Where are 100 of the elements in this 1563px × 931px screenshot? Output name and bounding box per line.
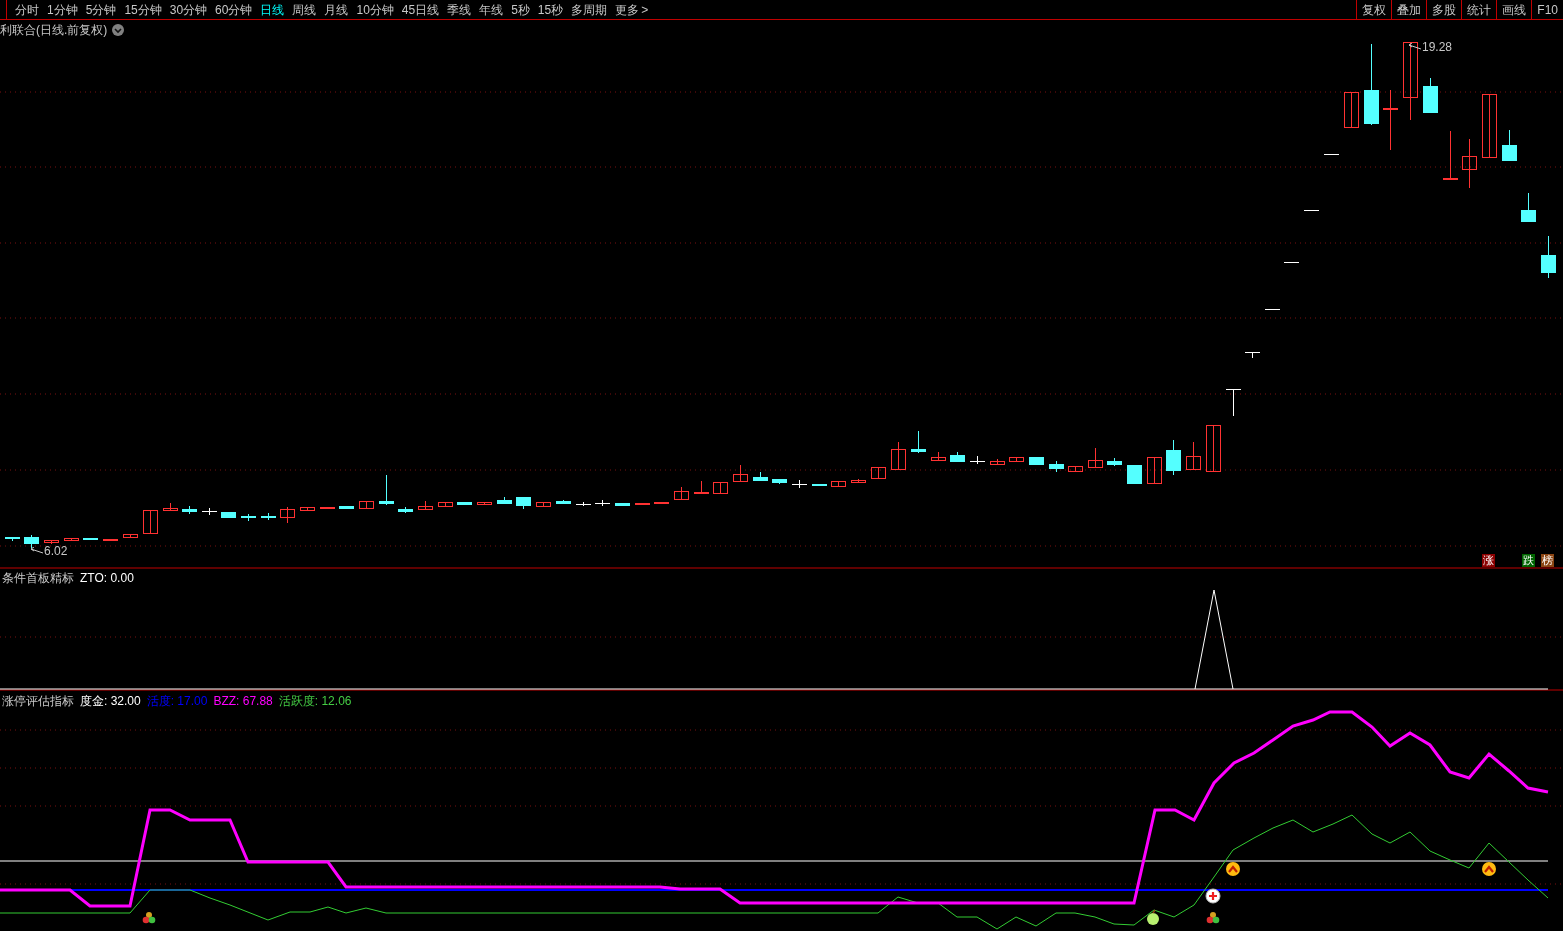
- candlestick: [990, 458, 1005, 466]
- candlestick: [1541, 235, 1556, 279]
- candlestick: [379, 474, 394, 506]
- toolbar-button[interactable]: 多股: [1426, 0, 1462, 19]
- period-tab[interactable]: 5秒: [511, 3, 530, 16]
- toolbar-button[interactable]: 复权: [1356, 0, 1392, 19]
- candlestick: [163, 502, 178, 512]
- more-arrow[interactable]: >: [641, 0, 649, 19]
- candlestick: [969, 455, 986, 465]
- period-tab[interactable]: 10分钟: [356, 3, 394, 16]
- candlestick: [654, 501, 669, 505]
- period-tab[interactable]: 日线: [260, 3, 285, 16]
- rank-badge[interactable]: 涨: [1482, 554, 1495, 567]
- low-price-label: 6.02: [44, 545, 68, 557]
- leader-arrow-icon: [30, 547, 44, 555]
- candlestick: [320, 506, 335, 510]
- period-tab[interactable]: 季线: [447, 3, 472, 16]
- candlestick: [1323, 153, 1340, 156]
- leader-arrow-icon: [1408, 43, 1422, 51]
- candlestick: [1344, 91, 1359, 129]
- candlestick: [1009, 456, 1024, 463]
- candlestick: [1206, 424, 1221, 473]
- candlestick: [931, 451, 946, 462]
- candlestick: [182, 505, 197, 515]
- toolbar-button[interactable]: F10: [1531, 0, 1563, 19]
- period-tab[interactable]: 45日线: [401, 3, 440, 16]
- rank-badge[interactable]: 榜: [1541, 554, 1554, 567]
- period-tab[interactable]: 多周期: [571, 3, 608, 16]
- period-tab[interactable]: 周线: [292, 3, 317, 16]
- candlestick: [261, 512, 276, 521]
- toolbar-button[interactable]: 统计: [1461, 0, 1497, 19]
- candlestick: [1068, 465, 1083, 473]
- candlestick: [1088, 447, 1103, 469]
- candlestick: [1521, 192, 1536, 223]
- period-tab[interactable]: 月线: [324, 3, 349, 16]
- candlestick: [201, 507, 218, 516]
- indicator-value: 活度: 17.00: [146, 693, 208, 710]
- candlestick: [1482, 93, 1497, 159]
- up-chevron-icon: [1226, 862, 1240, 876]
- candlestick: [694, 480, 709, 495]
- dots-cluster-icon: [142, 912, 156, 924]
- dropdown-icon[interactable]: [112, 24, 125, 36]
- rank-badge[interactable]: 跌: [1522, 554, 1535, 567]
- indicator-value: ZTO: 0.00: [80, 570, 134, 587]
- candlestick: [871, 466, 886, 480]
- period-tab[interactable]: 更多: [615, 3, 640, 16]
- period-tab[interactable]: 5分钟: [85, 3, 117, 16]
- candlestick: [359, 500, 374, 510]
- candlestick: [477, 501, 492, 506]
- candlestick: [1186, 441, 1201, 471]
- indicator-name: 条件首板精标: [2, 570, 74, 587]
- candlestick: [1029, 456, 1044, 466]
- candlestick: [83, 537, 98, 541]
- candlestick: [1502, 129, 1517, 162]
- candlestick: [24, 534, 39, 549]
- indicator-name: 涨停评估指标: [2, 693, 74, 710]
- candlestick: [615, 502, 630, 507]
- period-tab[interactable]: 60分钟: [215, 3, 253, 16]
- candlestick: [791, 479, 808, 489]
- toolbar-button[interactable]: 画线: [1496, 0, 1532, 19]
- candlestick: [300, 506, 315, 512]
- candlestick: [575, 501, 592, 507]
- candlestick: [812, 483, 827, 487]
- indicator-value: 活跃度: 12.06: [278, 693, 352, 710]
- period-tab[interactable]: 15分钟: [124, 3, 162, 16]
- period-tab[interactable]: 年线: [479, 3, 504, 16]
- candlestick: [635, 502, 650, 506]
- candlestick: [911, 430, 926, 454]
- period-tab[interactable]: 1分钟: [47, 3, 78, 16]
- candlestick: [536, 501, 551, 508]
- toolbar-button[interactable]: 叠加: [1391, 0, 1427, 19]
- period-tab[interactable]: 15秒: [537, 3, 564, 16]
- candlestick: [1166, 439, 1181, 476]
- candlestick: [891, 441, 906, 471]
- period-tab[interactable]: 分时: [15, 3, 39, 16]
- candlestick: [1303, 209, 1320, 212]
- candlestick: [950, 451, 965, 463]
- candlestick: [713, 481, 728, 495]
- candlestick: [753, 471, 768, 482]
- chart-title: 利联合(日线.前复权): [0, 22, 108, 39]
- candlestick: [103, 538, 118, 541]
- candlestick: [5, 536, 20, 542]
- candlestick: [1049, 460, 1064, 473]
- candlestick: [44, 539, 59, 545]
- period-tab[interactable]: 30分钟: [169, 3, 208, 16]
- up-chevron-icon: [1482, 862, 1496, 876]
- candlestick: [594, 499, 611, 507]
- candlestick: [851, 478, 866, 484]
- candlestick: [241, 513, 256, 522]
- candlestick: [674, 486, 689, 501]
- dots-cluster-icon: [1206, 912, 1220, 924]
- candlestick: [1264, 308, 1281, 311]
- candlestick: [418, 500, 433, 511]
- candlestick: [1383, 89, 1398, 151]
- candlestick: [733, 464, 748, 483]
- candlestick: [143, 509, 158, 535]
- high-price-label: 19.28: [1422, 39, 1453, 56]
- candlestick: [831, 480, 846, 488]
- candlestick: [556, 499, 571, 505]
- candlestick: [1283, 261, 1300, 264]
